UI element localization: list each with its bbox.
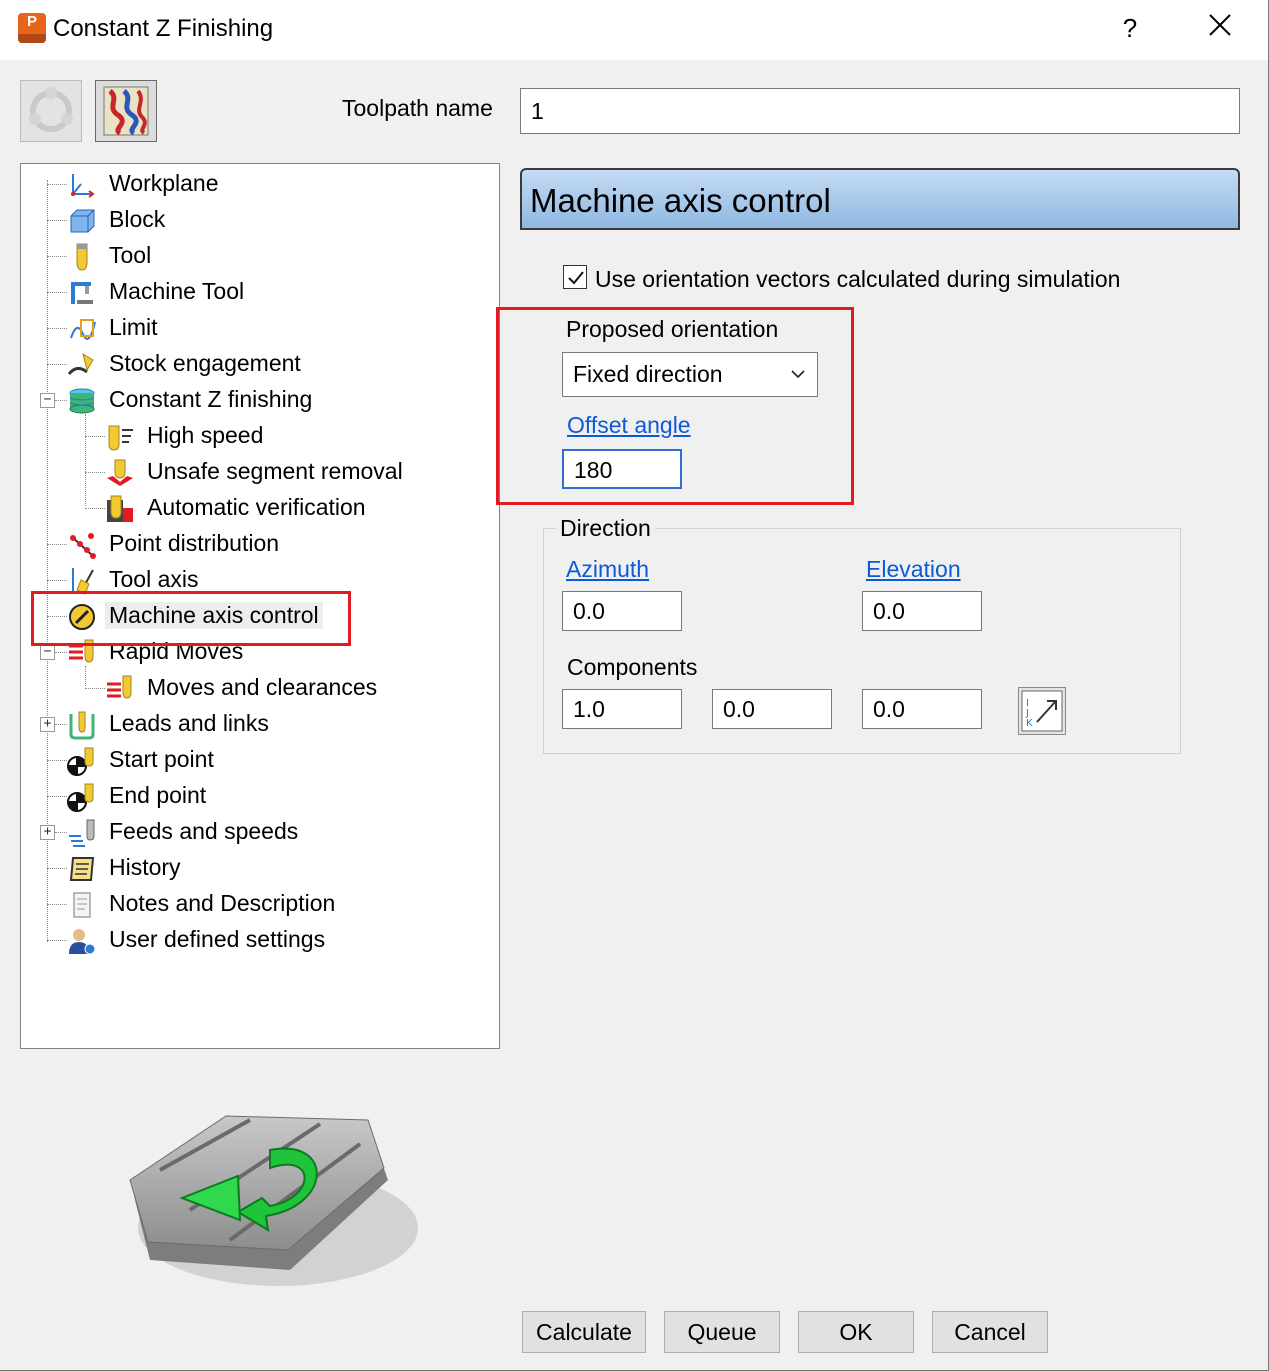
elevation-link[interactable]: Elevation xyxy=(866,556,961,583)
tree-item-label: Block xyxy=(109,206,166,232)
tree-item-label: Point distribution xyxy=(109,530,280,556)
orientation-highlight-box xyxy=(496,307,854,505)
moves-clearances-icon xyxy=(107,675,132,699)
expander-feeds-speeds[interactable]: + xyxy=(40,825,55,840)
expander-leads-links[interactable]: + xyxy=(40,717,55,732)
dialog-window: P Constant Z Finishing ? Toolpath name 1 xyxy=(0,0,1269,1371)
machine-tool-icon xyxy=(71,282,93,304)
direction-group-title: Direction xyxy=(556,515,655,542)
tree-item-label: End point xyxy=(109,782,207,808)
selection-highlight-box xyxy=(31,591,351,646)
calculate-button[interactable]: Calculate xyxy=(522,1311,646,1353)
tree-item-label: Leads and links xyxy=(109,710,269,736)
help-button[interactable]: ? xyxy=(1115,8,1145,48)
tree-item-label: Feeds and speeds xyxy=(109,818,299,844)
component-k-input[interactable]: 0.0 xyxy=(862,689,982,729)
cancel-button[interactable]: Cancel xyxy=(932,1311,1048,1353)
components-label: Components xyxy=(567,654,698,680)
azimuth-input[interactable]: 0.0 xyxy=(562,591,682,631)
check-icon xyxy=(568,271,584,285)
ok-button[interactable]: OK xyxy=(798,1311,914,1353)
tree-item-label: Automatic verification xyxy=(147,494,366,520)
pattern-library-button[interactable] xyxy=(20,80,82,142)
tree-item-label: Notes and Description xyxy=(109,890,336,916)
limit-icon xyxy=(70,319,96,340)
point-distribution-icon xyxy=(70,533,96,559)
close-icon xyxy=(1209,14,1231,36)
title-bar: P Constant Z Finishing ? xyxy=(0,0,1268,60)
close-button[interactable] xyxy=(1200,8,1240,48)
elevation-input[interactable]: 0.0 xyxy=(862,591,982,631)
toolpath-thumbnail-button[interactable] xyxy=(95,80,157,142)
tree-item-label: Machine Tool xyxy=(109,278,245,304)
queue-button[interactable]: Queue xyxy=(664,1311,780,1353)
tree-item-label: Start point xyxy=(109,746,214,772)
stock-engagement-icon xyxy=(67,352,94,375)
rotary-table-illustration xyxy=(129,1115,418,1286)
pick-direction-button[interactable]: I J K xyxy=(1018,687,1066,735)
workplane-icon xyxy=(71,174,95,198)
tree-item-label: Workplane xyxy=(109,170,219,196)
toolpath-name-input[interactable]: 1 xyxy=(520,88,1240,134)
verification-icon xyxy=(107,495,133,522)
constant-z-icon xyxy=(69,388,95,414)
section-title: Machine axis control xyxy=(530,182,831,219)
component-j-input[interactable]: 0.0 xyxy=(712,689,832,729)
component-i-input[interactable]: 1.0 xyxy=(562,689,682,729)
app-icon: P xyxy=(18,13,46,43)
tree-item-label: User defined settings xyxy=(109,926,326,952)
tree-item-label: History xyxy=(109,854,181,880)
use-orientation-label: Use orientation vectors calculated durin… xyxy=(595,266,1121,292)
tree-item-label: High speed xyxy=(147,422,264,448)
tree-item-label: Moves and clearances xyxy=(147,674,378,700)
window-title: Constant Z Finishing xyxy=(53,15,274,42)
feeds-speeds-icon xyxy=(69,819,95,847)
azimuth-link[interactable]: Azimuth xyxy=(566,556,649,583)
tree-item-label: Constant Z finishing xyxy=(109,386,313,412)
end-point-icon xyxy=(67,783,94,812)
block-icon xyxy=(70,209,95,233)
tool-icon xyxy=(76,243,88,271)
leads-links-icon xyxy=(69,711,95,740)
pattern-library-icon xyxy=(29,87,73,132)
tree-item-label: Tool axis xyxy=(109,566,199,592)
expander-rapid-moves[interactable]: − xyxy=(40,645,55,660)
unsafe-segment-icon xyxy=(107,459,133,486)
history-icon xyxy=(69,857,95,881)
tree-item-label: Tool xyxy=(109,242,152,268)
tree-item-label: Stock engagement xyxy=(109,350,301,376)
notes-icon xyxy=(73,892,91,918)
toolpath-thumbnail-icon xyxy=(103,86,149,136)
start-point-icon xyxy=(67,747,94,776)
user-settings-icon xyxy=(69,929,96,955)
use-orientation-checkbox[interactable] xyxy=(563,265,587,289)
tree-item-label: Unsafe segment removal xyxy=(147,458,403,484)
svg-text:K: K xyxy=(1026,718,1033,729)
tree-item-label: Limit xyxy=(109,314,158,340)
toolpath-name-label: Toolpath name xyxy=(342,95,493,121)
high-speed-icon xyxy=(108,425,133,451)
expander-constant-z[interactable]: − xyxy=(40,393,55,408)
vector-pick-icon: I J K xyxy=(1021,690,1063,732)
section-header: Machine axis control xyxy=(520,168,1240,230)
